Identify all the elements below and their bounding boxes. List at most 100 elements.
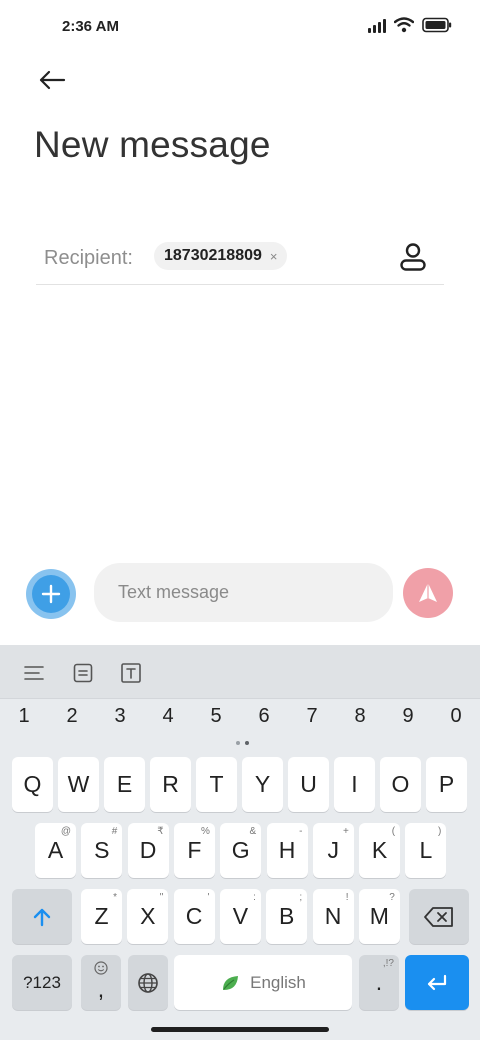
gesture-nav-bar[interactable] <box>151 1027 329 1032</box>
send-button[interactable] <box>403 568 453 618</box>
key-o[interactable]: O <box>380 757 421 812</box>
keyboard-toolbar <box>0 645 480 699</box>
key-c-label: C <box>185 903 203 929</box>
key-j[interactable]: + J <box>312 823 354 878</box>
recipient-label: Recipient: <box>44 247 133 269</box>
symbols-key[interactable]: ?123 <box>12 955 72 1010</box>
wifi-icon <box>394 17 414 33</box>
key-l-label: L <box>419 837 433 863</box>
key-l[interactable]: ) L <box>405 823 447 878</box>
space-key[interactable]: English <box>174 955 352 1010</box>
key-f[interactable]: % F <box>173 823 215 878</box>
number-key-4[interactable]: 4 <box>148 705 188 728</box>
key-h-label: H <box>278 837 296 863</box>
recipient-chip-text: 18730218809 <box>164 247 262 264</box>
key-s-hint: # <box>111 826 118 837</box>
back-button[interactable] <box>34 62 70 98</box>
number-key-6[interactable]: 6 <box>244 705 284 728</box>
key-s[interactable]: # S <box>81 823 123 878</box>
key-j-hint: + <box>342 826 349 837</box>
emoji-icon <box>94 961 108 978</box>
number-key-1[interactable]: 1 <box>4 705 44 728</box>
period-key-hint: ,!? <box>382 958 394 969</box>
key-j-label: J <box>327 837 340 863</box>
key-h[interactable]: -H <box>266 823 308 878</box>
globe-icon <box>138 972 158 993</box>
key-x-label: X <box>140 903 156 929</box>
signal-icon <box>368 17 386 33</box>
plus-icon <box>41 584 61 604</box>
key-d[interactable]: ₹ D <box>127 823 169 878</box>
key-s-label: S <box>94 837 110 863</box>
battery-icon <box>422 17 452 33</box>
key-m-label: M <box>369 903 389 929</box>
key-w[interactable]: W <box>58 757 99 812</box>
language-key[interactable] <box>128 955 168 1010</box>
period-key[interactable]: ,!? . <box>359 955 399 1010</box>
key-n-label: N <box>324 903 342 929</box>
comma-key[interactable]: , <box>81 955 121 1010</box>
page-title: New message <box>34 124 271 165</box>
recipient-row[interactable]: Recipient: 18730218809 × <box>36 236 444 285</box>
contacts-button[interactable] <box>396 240 430 274</box>
key-g[interactable]: & G <box>220 823 262 878</box>
key-d-hint: ₹ <box>157 826 164 837</box>
number-key-7[interactable]: 7 <box>292 705 332 728</box>
key-m-hint: ? <box>389 892 395 903</box>
attach-inner <box>32 575 70 613</box>
leaf-icon <box>223 975 239 990</box>
key-n[interactable]: ! N <box>312 889 354 944</box>
comma-key-label: , <box>97 976 105 1002</box>
key-f-hint: % <box>200 826 210 837</box>
key-a[interactable]: @ A <box>35 823 76 878</box>
number-key-0[interactable]: 0 <box>436 705 476 728</box>
number-key-9[interactable]: 9 <box>388 705 428 728</box>
key-c-hint: ' <box>207 892 210 903</box>
key-x-hint: " <box>159 892 164 903</box>
key-u[interactable]: U <box>288 757 329 812</box>
key-y[interactable]: Y <box>242 757 283 812</box>
key-i[interactable]: I <box>334 757 375 812</box>
text-message-input[interactable] <box>94 563 393 622</box>
key-t[interactable]: T <box>196 757 237 812</box>
backspace-key[interactable] <box>409 889 469 944</box>
enter-icon <box>427 974 447 990</box>
key-e[interactable]: E <box>104 757 145 812</box>
arrow-up-icon <box>33 908 51 926</box>
key-g-label: G <box>231 837 250 863</box>
number-key-8[interactable]: 8 <box>340 705 380 728</box>
key-c[interactable]: ' C <box>173 889 215 944</box>
number-key-2[interactable]: 2 <box>52 705 92 728</box>
key-x[interactable]: " X <box>127 889 169 944</box>
enter-key[interactable] <box>405 955 469 1010</box>
key-q[interactable]: Q <box>12 757 53 812</box>
number-key-5[interactable]: 5 <box>196 705 236 728</box>
chip-close-icon[interactable]: × <box>270 249 278 264</box>
recipient-chip[interactable]: 18730218809 × <box>154 242 288 270</box>
key-m[interactable]: ? M <box>358 889 400 944</box>
number-key-3[interactable]: 3 <box>100 705 140 728</box>
key-b-label: B <box>279 903 295 929</box>
page-dots <box>236 741 249 745</box>
key-p[interactable]: P <box>426 757 467 812</box>
shift-key[interactable] <box>12 889 72 944</box>
key-k[interactable]: (K <box>359 823 401 878</box>
key-l-hint: ) <box>438 826 442 837</box>
key-r[interactable]: R <box>150 757 191 812</box>
key-g-hint: & <box>249 826 257 837</box>
number-row: 1234567890 <box>0 705 480 741</box>
attach-button[interactable] <box>26 569 76 619</box>
key-a-hint: @ <box>60 826 71 837</box>
menu-lines-icon[interactable] <box>22 661 46 685</box>
clipboard-icon[interactable] <box>71 661 95 685</box>
text-format-icon[interactable] <box>119 661 143 685</box>
space-key-content: English <box>220 973 306 993</box>
key-h-hint: - <box>299 826 303 837</box>
key-d-label: D <box>139 837 157 863</box>
arrow-left-icon <box>39 70 66 90</box>
keyboard: 1234567890 QWERTYUIOP @ A # S ₹ D% F & G - H + J(K) L… <box>0 645 480 1040</box>
status-bar: 2:36 AM <box>0 0 480 56</box>
key-v[interactable]: :V <box>219 889 261 944</box>
key-b[interactable]: ; B <box>266 889 308 944</box>
key-z[interactable]: * Z <box>81 889 122 944</box>
